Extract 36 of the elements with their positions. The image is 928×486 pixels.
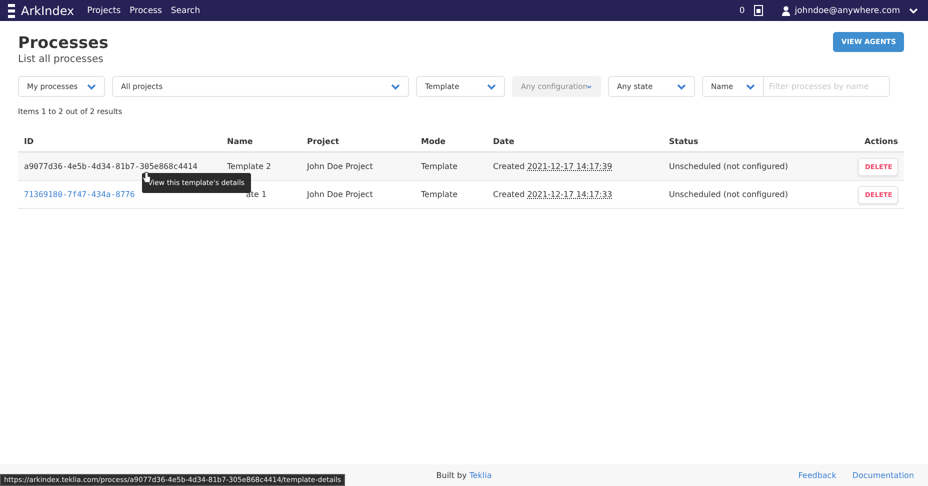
table-cell: Template — [421, 162, 458, 171]
chevron-icon — [87, 84, 96, 90]
table-cell: Template — [421, 190, 458, 199]
table-cell: Unscheduled (not configured) — [669, 190, 788, 199]
table-cell: John Doe Project — [307, 162, 373, 171]
jobs-count[interactable]: 0 — [739, 6, 745, 16]
date-text: 2021-12-17 14:17:33 — [527, 190, 612, 199]
built-by-text: Built by — [436, 470, 467, 480]
chevron-icon — [487, 84, 496, 90]
brand-link[interactable]: ArkIndex — [21, 4, 74, 18]
chevron-icon — [587, 84, 592, 90]
page-title: Processes — [18, 33, 108, 52]
nav-link[interactable]: Process — [130, 6, 162, 16]
user-menu[interactable]: johndoe@anywhere.com — [794, 6, 900, 16]
chevron-icon[interactable] — [909, 8, 918, 14]
page-subtitle: List all processes — [18, 54, 104, 65]
chevron-icon — [746, 84, 755, 90]
id-link[interactable]: 71369180-7f47-434a-8776 — [24, 190, 135, 199]
menu-icon[interactable] — [8, 4, 15, 18]
footer-link[interactable]: Documentation — [852, 470, 914, 480]
user-icon — [782, 6, 790, 16]
table-cell: Template 2 — [227, 162, 272, 171]
table-cell: Unscheduled (not configured) — [669, 162, 788, 171]
document-icon[interactable] — [754, 5, 763, 16]
table-cell: Created — [493, 162, 525, 171]
company-link[interactable]: Teklia — [469, 470, 492, 480]
chevron-icon — [677, 84, 686, 90]
table-cell: Created — [493, 190, 525, 199]
id-text: a9077d36-4e5b-4d34-81b7-305e868c4414 — [24, 162, 198, 171]
footer-link[interactable]: Feedback — [798, 470, 836, 480]
table-cell: ate 1 — [246, 190, 267, 199]
nav-link[interactable]: Search — [170, 6, 200, 16]
date-text: 2021-12-17 14:17:39 — [527, 162, 612, 171]
chevron-icon — [391, 84, 400, 90]
nav-link[interactable]: Projects — [87, 6, 121, 16]
table-cell: John Doe Project — [307, 190, 373, 199]
